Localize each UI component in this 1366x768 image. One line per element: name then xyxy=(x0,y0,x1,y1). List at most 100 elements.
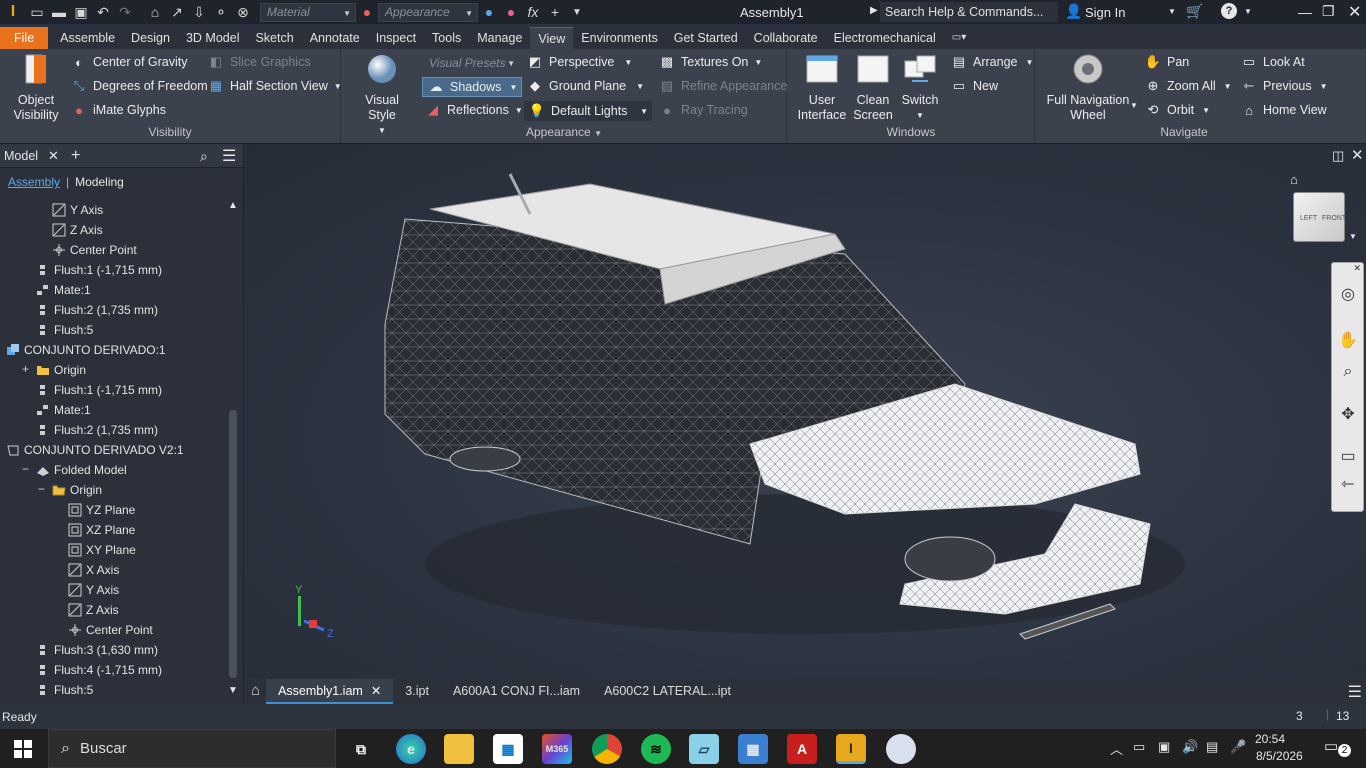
graphics-viewport[interactable]: ◫ ✕ ⌂ LEFT FRONT ▼ Y Z xyxy=(245,144,1366,679)
plus-icon[interactable]: + xyxy=(544,1,566,23)
tab-environments[interactable]: Environments xyxy=(573,27,665,49)
calculator-icon[interactable]: ▦ xyxy=(738,734,768,764)
reflections-button[interactable]: ◢ Reflections ▼ xyxy=(424,102,523,118)
tab-tools[interactable]: Tools xyxy=(424,27,469,49)
imate-glyphs-button[interactable]: ● iMate Glyphs xyxy=(70,102,166,118)
shadows-dropdown-icon[interactable]: ▼ xyxy=(509,83,517,92)
viewcube-front-face[interactable]: FRONT xyxy=(1322,215,1346,222)
tree-item[interactable]: Mate:1 xyxy=(36,280,91,300)
minimize-icon[interactable]: — xyxy=(1298,4,1312,20)
tab-electromechanical[interactable]: Electromechanical xyxy=(826,27,944,49)
tree-item[interactable]: Flush:1 (-1,715 mm) xyxy=(36,380,162,400)
tree-item[interactable]: Y Axis xyxy=(68,580,119,600)
full-navigation-wheel-button[interactable]: Full Navigation Wheel xyxy=(1042,53,1134,123)
slice-graphics-button[interactable]: ◧ Slice Graphics xyxy=(207,54,311,70)
redo-icon[interactable]: ↷ xyxy=(114,1,136,23)
arrange-button[interactable]: ▤ Arrange ▼ xyxy=(950,54,1034,70)
appearance-combo[interactable]: Appearance ▼ xyxy=(378,2,478,22)
tree-item[interactable]: Center Point xyxy=(68,620,153,640)
viewcube-left-face[interactable]: LEFT xyxy=(1300,215,1317,222)
volume-icon[interactable]: 🔊 xyxy=(1182,739,1198,755)
tab-manage[interactable]: Manage xyxy=(469,27,530,49)
tree-expander-icon[interactable]: + xyxy=(22,362,29,376)
add-tab-icon[interactable]: + xyxy=(71,147,80,165)
file-explorer-icon[interactable] xyxy=(444,734,474,764)
look-at-icon[interactable]: ▭ xyxy=(1337,445,1359,467)
open-folder-icon[interactable]: ▬ xyxy=(48,1,70,23)
tab-sketch[interactable]: Sketch xyxy=(247,27,301,49)
tree-item[interactable]: Z Axis xyxy=(52,220,103,240)
update-icon[interactable]: ⇩ xyxy=(188,1,210,23)
scroll-up-icon[interactable]: ▲ xyxy=(228,200,238,211)
tree-item[interactable]: Flush:5 xyxy=(36,680,93,700)
close-model-tab-icon[interactable]: ✕ xyxy=(48,148,59,164)
battery-icon[interactable]: ▭ xyxy=(1133,739,1145,755)
tab-file[interactable]: File xyxy=(0,27,49,49)
close-doc-tab-icon[interactable]: ✕ xyxy=(371,684,381,698)
doc-tab-a600c2[interactable]: A600C2 LATERAL...ipt xyxy=(592,679,743,704)
shadows-button[interactable]: ☁ Shadows ▼ xyxy=(422,77,523,97)
inventor-logo-icon[interactable]: I xyxy=(0,1,26,23)
zoom-all-button[interactable]: ⊕ Zoom All ▼ xyxy=(1144,78,1232,94)
microphone-icon[interactable]: 🎤 xyxy=(1230,739,1246,755)
inventor-taskbar-icon[interactable]: I xyxy=(836,734,866,764)
subtab-assembly[interactable]: Assembly xyxy=(8,175,60,189)
textures-on-button[interactable]: ▩ Textures On ▼ xyxy=(658,54,762,70)
steering-wheel-icon[interactable]: ◎ xyxy=(1337,283,1359,305)
tab-assemble[interactable]: Assemble xyxy=(52,27,123,49)
tree-item[interactable]: Z Axis xyxy=(68,600,119,620)
windows-start-icon[interactable] xyxy=(14,740,32,758)
show-hidden-icons-icon[interactable]: ︿ xyxy=(1110,739,1123,758)
orbit-icon[interactable]: ✥ xyxy=(1337,403,1359,425)
display-icon[interactable]: ▣ xyxy=(1158,739,1170,755)
tab-get-started[interactable]: Get Started xyxy=(666,27,746,49)
sketch-dot-icon[interactable]: ⚬ xyxy=(210,1,232,23)
tab-annotate[interactable]: Annotate xyxy=(302,27,368,49)
user-interface-button[interactable]: User Interface xyxy=(794,53,850,123)
doc-tab-assembly1[interactable]: Assembly1.iam ✕ xyxy=(266,679,394,704)
chevron-down-icon[interactable]: ▼ xyxy=(1130,101,1138,110)
tree-item[interactable]: Folded Model xyxy=(36,460,127,480)
adjust-icon[interactable]: ● xyxy=(478,1,500,23)
user-icon[interactable]: 👤 xyxy=(1065,3,1082,20)
viewcube-home-icon[interactable]: ⌂ xyxy=(1290,172,1298,187)
chrome-icon[interactable] xyxy=(592,734,622,764)
tree-item[interactable]: Origin xyxy=(52,480,102,500)
doc-home-icon[interactable]: ⌂ xyxy=(245,679,266,704)
save-icon[interactable]: ▣ xyxy=(70,1,92,23)
clock-date[interactable]: 8/5/2026 xyxy=(1256,749,1303,763)
tab-collaborate[interactable]: Collaborate xyxy=(746,27,826,49)
orbit-button[interactable]: ⟲ Orbit ▼ xyxy=(1144,102,1210,118)
doc-tabs-menu-icon[interactable]: ☰ xyxy=(1348,682,1362,702)
refine-appearance-button[interactable]: ▨ Refine Appearance xyxy=(658,78,788,94)
task-view-icon[interactable]: ⧉ xyxy=(346,734,376,764)
tree-item[interactable]: Flush:2 (1,735 mm) xyxy=(36,300,158,320)
microsoft-365-icon[interactable]: M365 xyxy=(542,734,572,764)
select-icon[interactable]: ↗ xyxy=(166,1,188,23)
edge-browser-icon[interactable]: e xyxy=(396,734,426,764)
appearance-sphere-icon[interactable]: ● xyxy=(356,1,378,23)
help-chevron-icon[interactable]: ▼ xyxy=(1244,7,1252,16)
new-file-icon[interactable]: ▭ xyxy=(26,1,48,23)
viewcube[interactable]: LEFT FRONT xyxy=(1293,192,1346,242)
spotify-icon[interactable]: ≋ xyxy=(641,734,671,764)
tree-item[interactable]: XZ Plane xyxy=(68,520,135,540)
home-view-button[interactable]: ⌂ Home View xyxy=(1240,102,1327,118)
tree-item[interactable]: YZ Plane xyxy=(68,500,135,520)
taskbar-search-box[interactable]: ⌕ Buscar xyxy=(48,729,336,768)
close-circle-icon[interactable]: ⊗ xyxy=(232,1,254,23)
ground-plane-button[interactable]: ◆ Ground Plane ▼ xyxy=(526,78,644,94)
navbar-close-icon[interactable]: ✕ xyxy=(1353,263,1361,274)
previous-button[interactable]: ⇽ Previous ▼ xyxy=(1240,78,1328,94)
cart-icon[interactable]: 🛒 xyxy=(1186,3,1203,20)
pan-hand-icon[interactable]: ✋ xyxy=(1337,329,1359,351)
tree-item[interactable]: Center Point xyxy=(52,240,137,260)
subtab-modeling[interactable]: Modeling xyxy=(75,175,124,189)
notifications-icon[interactable]: ▭ xyxy=(1324,737,1338,755)
ray-tracing-button[interactable]: ● Ray Tracing xyxy=(658,102,748,118)
network-icon[interactable]: ▤ xyxy=(1206,739,1218,755)
clean-screen-button[interactable]: Clean Screen xyxy=(848,53,898,123)
close-icon[interactable]: ✕ xyxy=(1348,2,1361,22)
pan-button[interactable]: ✋ Pan xyxy=(1144,54,1189,70)
clear-appearance-icon[interactable]: ● xyxy=(500,1,522,23)
